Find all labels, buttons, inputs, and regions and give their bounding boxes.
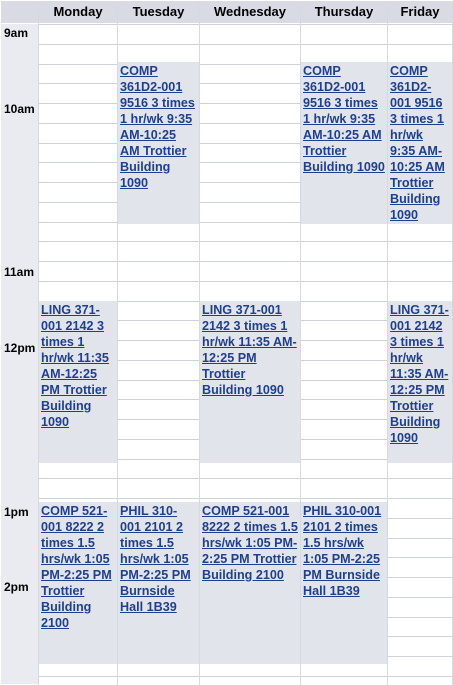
event-comp361-friday: COMP 361D2-001 9516 3 times 1 hr/wk 9:35… <box>388 62 452 224</box>
event-comp521-wednesday: COMP 521-001 8222 2 times 1.5 hrs/wk 1:0… <box>200 502 300 664</box>
time-label-2pm: 2pm <box>4 580 29 594</box>
slot-row-line <box>39 676 452 677</box>
event-link-comp361-thursday[interactable]: COMP 361D2-001 9516 3 times 1 hr/wk 9:35… <box>301 62 387 176</box>
day-header-tuesday: Tuesday <box>118 1 199 23</box>
slot-row-line <box>39 281 452 282</box>
time-label-11am: 11am <box>4 265 35 279</box>
day-header-monday: Monday <box>39 1 117 23</box>
slot-row-line <box>39 478 452 479</box>
day-header-friday: Friday <box>388 1 452 23</box>
slot-row-line <box>39 24 452 25</box>
slot-row-line <box>39 261 452 262</box>
weekly-schedule-grid: Monday Tuesday Wednesday Thursday Friday… <box>0 0 453 685</box>
event-link-comp521-wednesday[interactable]: COMP 521-001 8222 2 times 1.5 hrs/wk 1:0… <box>200 502 300 584</box>
event-link-ling371-wednesday[interactable]: LING 371-001 2142 3 times 1 hr/wk 11:35 … <box>200 301 300 399</box>
time-label-12pm: 12pm <box>4 341 36 355</box>
event-link-phil310-thursday[interactable]: PHIL 310-001 2101 2 times 1.5 hrs/wk 1:0… <box>301 502 387 600</box>
event-link-ling371-monday[interactable]: LING 371-001 2142 3 times 1 hr/wk 11:35 … <box>39 301 117 431</box>
event-link-comp361-friday[interactable]: COMP 361D2-001 9516 3 times 1 hr/wk 9:35… <box>388 62 452 224</box>
day-header-wednesday: Wednesday <box>200 1 300 23</box>
slot-row-line <box>39 241 452 242</box>
event-ling371-friday: LING 371-001 2142 3 times 1 hr/wk 11:35 … <box>388 301 452 463</box>
day-header-thursday: Thursday <box>301 1 387 23</box>
event-comp361-thursday: COMP 361D2-001 9516 3 times 1 hr/wk 9:35… <box>301 62 387 224</box>
event-link-comp361-tuesday[interactable]: COMP 361D2-001 9516 3 times 1 hr/wk 9:35… <box>118 62 199 192</box>
event-ling371-wednesday: LING 371-001 2142 3 times 1 hr/wk 11:35 … <box>200 301 300 463</box>
slot-row-line <box>39 44 452 45</box>
event-link-ling371-friday[interactable]: LING 371-001 2142 3 times 1 hr/wk 11:35 … <box>388 301 452 447</box>
event-link-comp521-monday[interactable]: COMP 521-001 8222 2 times 1.5 hrs/wk 1:0… <box>39 502 117 632</box>
event-phil310-tuesday: PHIL 310-001 2101 2 times 1.5 hrs/wk 1:0… <box>118 502 199 664</box>
slot-row-line <box>39 498 452 499</box>
event-comp361-tuesday: COMP 361D2-001 9516 3 times 1 hr/wk 9:35… <box>118 62 199 224</box>
corner-cell <box>1 1 38 23</box>
event-comp521-monday: COMP 521-001 8222 2 times 1.5 hrs/wk 1:0… <box>39 502 117 664</box>
time-label-1pm: 1pm <box>4 505 29 519</box>
event-link-phil310-tuesday[interactable]: PHIL 310-001 2101 2 times 1.5 hrs/wk 1:0… <box>118 502 199 616</box>
event-phil310-thursday: PHIL 310-001 2101 2 times 1.5 hrs/wk 1:0… <box>301 502 387 664</box>
time-label-9am: 9am <box>4 26 29 40</box>
event-ling371-monday: LING 371-001 2142 3 times 1 hr/wk 11:35 … <box>39 301 117 463</box>
time-label-10am: 10am <box>4 102 35 116</box>
